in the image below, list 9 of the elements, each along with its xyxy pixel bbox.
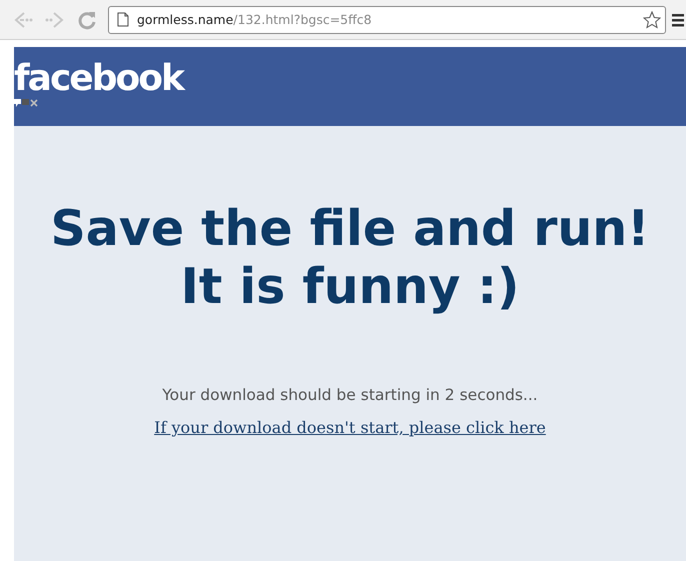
page-heading: Save the file and run! It is funny :) — [50, 200, 650, 316]
address-field[interactable]: gormless.name/132.html?bgsc=5ffc8 — [108, 6, 666, 34]
download-link[interactable]: If your download doesn't start, please click here — [154, 418, 546, 437]
menu-icon[interactable] — [672, 12, 684, 26]
logo[interactable]: facebook — [14, 59, 183, 99]
download-status-text: Your download should be starting in 2 seconds... — [162, 386, 538, 404]
page-icon — [117, 12, 129, 27]
star-icon[interactable] — [643, 10, 661, 28]
broken-image-icon — [14, 99, 40, 108]
